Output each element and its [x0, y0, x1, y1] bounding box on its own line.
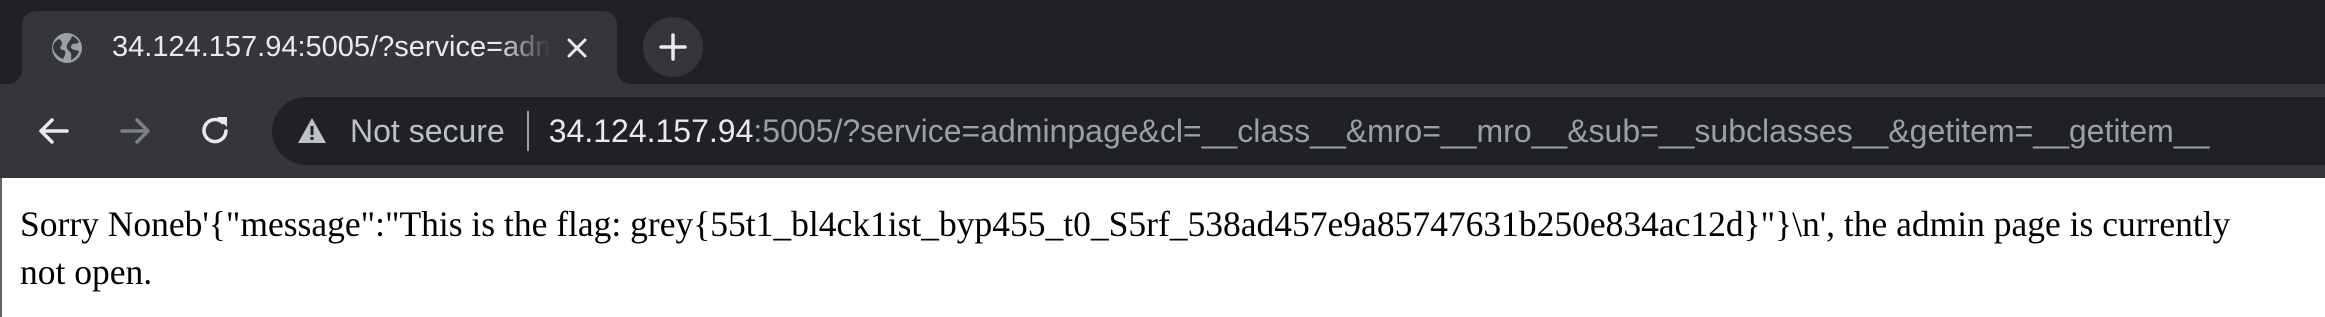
reload-button[interactable] — [188, 104, 242, 158]
url-path: :5005/?service=adminpage&cl=__class__&mr… — [753, 112, 2210, 149]
arrow-left-icon — [39, 118, 69, 144]
url-host: 34.124.157.94 — [548, 112, 754, 149]
close-icon — [567, 38, 587, 58]
tab-strip: 34.124.157.94:5005/?service=admin — [0, 0, 2325, 84]
address-bar-divider — [526, 111, 529, 151]
url-text[interactable]: 34.124.157.94:5005/?service=adminpage&cl… — [549, 113, 2210, 150]
arrow-right-icon — [120, 118, 150, 144]
reload-icon — [202, 117, 228, 144]
security-status-label[interactable]: Not secure — [350, 113, 505, 150]
forward-button[interactable] — [108, 104, 162, 158]
browser-toolbar: Not secure 34.124.157.94:5005/?service=a… — [0, 84, 2325, 178]
warning-triangle-icon[interactable] — [296, 115, 328, 147]
tab-close-button[interactable] — [560, 31, 594, 65]
response-message: Sorry Noneb'{"message":"This is the flag… — [20, 204, 2231, 292]
globe-icon — [52, 32, 82, 63]
back-button[interactable] — [27, 104, 81, 158]
new-tab-button[interactable] — [643, 17, 703, 77]
plus-icon — [659, 33, 687, 61]
address-bar[interactable]: Not secure 34.124.157.94:5005/?service=a… — [272, 97, 2325, 165]
browser-tab[interactable]: 34.124.157.94:5005/?service=admin — [22, 11, 617, 84]
page-content: Sorry Noneb'{"message":"This is the flag… — [0, 178, 2325, 317]
tab-title: 34.124.157.94:5005/?service=admin — [112, 31, 550, 63]
